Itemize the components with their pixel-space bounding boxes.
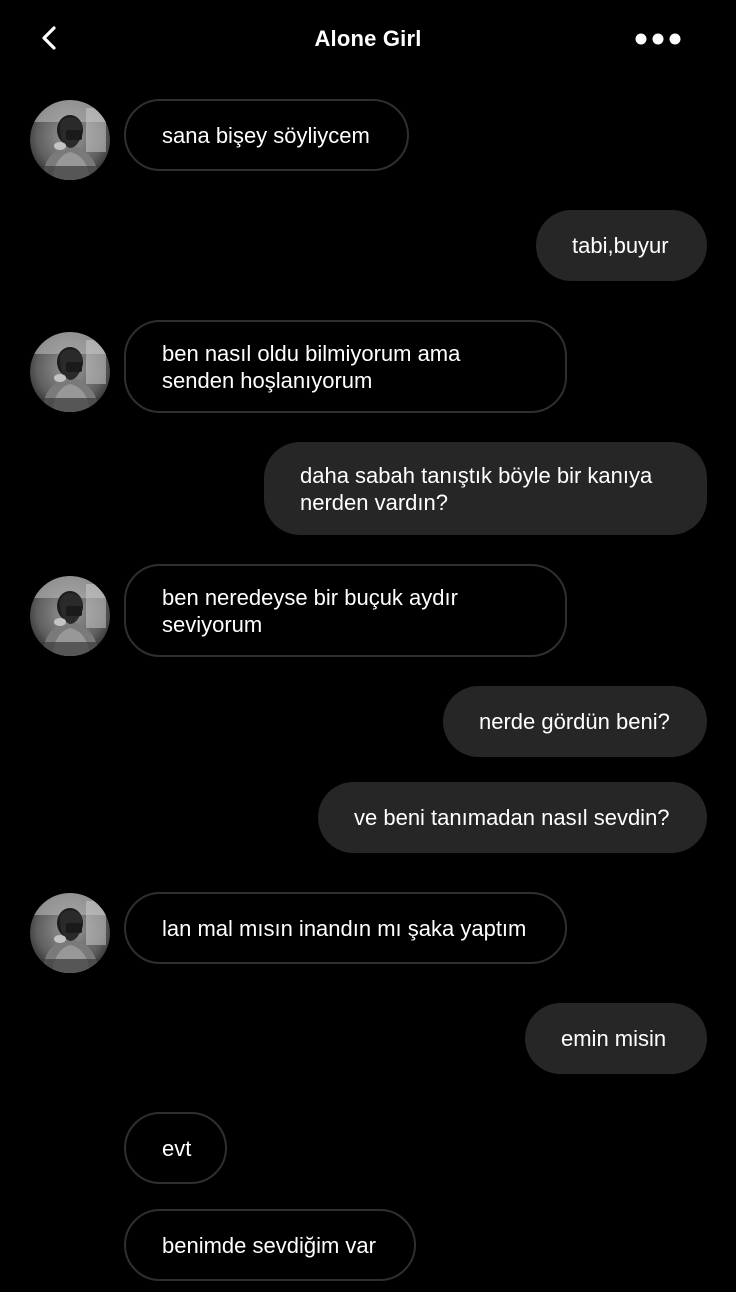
message-text: evt xyxy=(162,1135,192,1161)
message-text: tabi,buyur xyxy=(572,233,669,258)
message-bubble-outgoing[interactable]: emin misin xyxy=(525,1003,707,1074)
avatar-image xyxy=(30,100,110,180)
message-text-line: senden hoşlanıyorum xyxy=(162,367,373,393)
message-bubble-incoming[interactable]: evt xyxy=(124,1112,227,1184)
message-text: lan mal mısın inandın mı şaka yaptım xyxy=(162,915,527,941)
message-bubble-incoming[interactable]: sana bişey söyliycem xyxy=(124,99,409,171)
avatar-image xyxy=(30,576,110,656)
message-text-line: ben nasıl oldu bilmiyorum ama xyxy=(162,340,461,366)
message-text: emin misin xyxy=(561,1026,667,1051)
message-text: sana bişey söyliycem xyxy=(162,122,370,148)
message-text: benimde sevdiğim var xyxy=(162,1232,376,1258)
contact-avatar[interactable] xyxy=(30,332,110,412)
message-bubble-outgoing[interactable]: ve beni tanımadan nasıl sevdin? xyxy=(318,782,707,853)
contact-avatar[interactable] xyxy=(30,576,110,656)
message-bubble-incoming[interactable]: lan mal mısın inandın mı şaka yaptım xyxy=(124,892,567,964)
chat-title: Alone Girl xyxy=(314,26,422,51)
more-options-button[interactable] xyxy=(630,24,686,54)
chat-header: Alone Girl xyxy=(0,0,736,80)
message-text: ve beni tanımadan nasıl sevdin? xyxy=(354,805,670,830)
message-bubble-incoming[interactable]: benimde sevdiğim var xyxy=(124,1209,416,1281)
message-bubble-incoming[interactable]: ben nasıl oldu bilmiyorum ama senden hoş… xyxy=(124,320,567,413)
message-text-line: seviyorum xyxy=(162,611,263,637)
message-bubble-outgoing[interactable]: tabi,buyur xyxy=(536,210,707,281)
message-text-line: ben neredeyse bir buçuk aydır xyxy=(162,584,458,610)
message-bubble-outgoing[interactable]: daha sabah tanıştık böyle bir kanıya ner… xyxy=(264,442,707,535)
message-text-line: daha sabah tanıştık böyle bir kanıya xyxy=(300,462,653,488)
avatar-image xyxy=(30,893,110,973)
message-bubble-outgoing[interactable]: nerde gördün beni? xyxy=(443,686,707,757)
message-text: nerde gördün beni? xyxy=(479,709,670,734)
contact-avatar[interactable] xyxy=(30,100,110,180)
more-dots-icon xyxy=(635,33,681,45)
avatar-image xyxy=(30,332,110,412)
message-bubble-incoming[interactable]: ben neredeyse bir buçuk aydır seviyorum xyxy=(124,564,567,657)
message-text-line: nerden vardın? xyxy=(300,489,448,515)
contact-avatar[interactable] xyxy=(30,893,110,973)
